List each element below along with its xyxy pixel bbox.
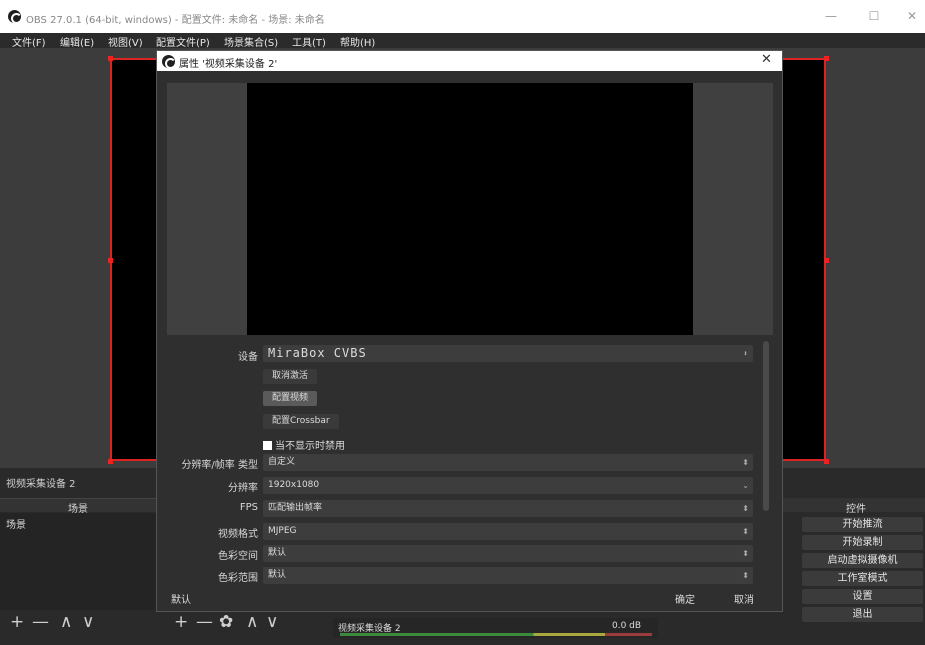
scrollbar-thumb[interactable] xyxy=(763,341,769,511)
chevron-updown-icon: ⬍ xyxy=(742,549,749,558)
obs-logo-icon xyxy=(162,55,176,69)
resize-handle[interactable] xyxy=(824,459,829,464)
controls-title: 控件 xyxy=(846,504,866,515)
field-label: 色彩范围 xyxy=(218,573,258,584)
window-title: OBS 27.0.1 (64-bit, windows) - 配置文件: 未命名… xyxy=(26,15,325,26)
obs-logo-icon xyxy=(8,10,22,24)
dialog-video-frame xyxy=(247,83,693,335)
dialog-title: 属性 '视频采集设备 2' xyxy=(179,59,278,70)
field-value: 1920x1080 xyxy=(268,480,320,490)
remove-source-icon[interactable]: — xyxy=(196,612,213,632)
video-format-select[interactable]: MJPEG ⬍ xyxy=(263,523,753,540)
resolution-select[interactable]: 1920x1080 ⌄ xyxy=(263,477,753,494)
field-value: 默认 xyxy=(268,548,287,558)
menu-bar: 文件(F) 编辑(E) 视图(V) 配置文件(P) 场景集合(S) 工具(T) … xyxy=(0,33,925,49)
field-label: 分辨率 xyxy=(228,483,258,494)
configure-crossbar-button[interactable]: 配置Crossbar xyxy=(263,414,339,429)
menu-profile[interactable]: 配置文件(P) xyxy=(156,34,210,49)
chevron-updown-icon: ⬍ xyxy=(742,527,749,536)
field-value: 匹配输出帧率 xyxy=(268,503,323,513)
chevron-updown-icon: ⬍ xyxy=(742,504,749,513)
field-value: 默认 xyxy=(268,570,287,580)
field-label: 色彩空间 xyxy=(218,551,258,562)
dialog-close-icon[interactable]: ✕ xyxy=(761,52,772,67)
menu-view[interactable]: 视图(V) xyxy=(108,34,143,49)
device-value: MiraBox CVBS xyxy=(268,346,367,360)
field-value: MJPEG xyxy=(268,526,297,536)
disable-when-hidden-checkbox[interactable] xyxy=(263,441,272,450)
field-value: 自定义 xyxy=(268,457,296,467)
device-label: 设备 xyxy=(238,352,258,363)
disable-when-hidden-label: 当不显示时禁用 xyxy=(275,441,345,452)
source-down-icon[interactable]: ∨ xyxy=(266,612,278,632)
resolution-fps-type-select[interactable]: 自定义 ⬍ xyxy=(263,454,753,471)
menu-tools[interactable]: 工具(T) xyxy=(292,34,326,49)
minimize-button[interactable]: — xyxy=(820,6,842,26)
volume-meter xyxy=(340,633,652,636)
resize-handle[interactable] xyxy=(108,258,113,263)
hide-disable-option[interactable]: 当不显示时禁用 xyxy=(263,437,345,452)
field-label: 分辨率/帧率 类型 xyxy=(181,460,258,471)
settings-button[interactable]: 设置 xyxy=(802,589,923,604)
add-scene-icon[interactable]: + xyxy=(10,612,24,632)
title-bar: OBS 27.0.1 (64-bit, windows) - 配置文件: 未命名… xyxy=(0,0,925,33)
menu-edit[interactable]: 编辑(E) xyxy=(60,34,94,49)
menu-scene-collection[interactable]: 场景集合(S) xyxy=(224,34,278,49)
color-space-select[interactable]: 默认 ⬍ xyxy=(263,545,753,562)
configure-video-button[interactable]: 配置视频 xyxy=(263,391,318,406)
menu-help[interactable]: 帮助(H) xyxy=(340,34,375,49)
studio-mode-button[interactable]: 工作室模式 xyxy=(802,571,923,586)
start-recording-button[interactable]: 开始录制 xyxy=(802,535,923,550)
fps-select[interactable]: 匹配输出帧率 ⬍ xyxy=(263,500,753,517)
scene-item[interactable]: 场景 xyxy=(6,516,26,531)
chevron-updown-icon: ⬍ xyxy=(742,458,749,467)
maximize-button[interactable]: ☐ xyxy=(863,6,885,26)
resize-handle[interactable] xyxy=(824,56,829,61)
resize-handle[interactable] xyxy=(108,56,113,61)
chevron-updown-icon: ⬍ xyxy=(743,349,749,358)
resize-handle[interactable] xyxy=(108,459,113,464)
mixer-db-value: 0.0 dB xyxy=(612,621,642,631)
selected-source-label: 视频采集设备 2 xyxy=(6,479,76,490)
cancel-button[interactable]: 取消 xyxy=(728,593,760,608)
ok-button[interactable]: 确定 xyxy=(669,593,701,608)
move-up-icon[interactable]: ∧ xyxy=(60,612,72,632)
defaults-button[interactable]: 默认 xyxy=(165,593,197,608)
exit-button[interactable]: 退出 xyxy=(802,607,923,622)
resize-handle[interactable] xyxy=(824,258,829,263)
color-range-select[interactable]: 默认 ⬍ xyxy=(263,567,753,584)
field-label: FPS xyxy=(239,502,258,513)
source-settings-gear-icon[interactable]: ✿ xyxy=(219,612,233,632)
start-streaming-button[interactable]: 开始推流 xyxy=(802,517,923,532)
dock-splitter[interactable] xyxy=(783,498,800,512)
add-source-icon[interactable]: + xyxy=(174,612,188,632)
chevron-updown-icon: ⬍ xyxy=(742,571,749,580)
close-button[interactable]: ✕ xyxy=(901,6,923,26)
properties-dialog: 属性 '视频采集设备 2' ✕ 设备 MiraBox CVBS ⬍ 取消激活 配… xyxy=(156,50,783,612)
dialog-title-bar: 属性 '视频采集设备 2' ✕ xyxy=(157,51,782,71)
menu-file[interactable]: 文件(F) xyxy=(12,34,46,49)
device-select[interactable]: MiraBox CVBS ⬍ xyxy=(263,345,753,362)
source-up-icon[interactable]: ∧ xyxy=(246,612,258,632)
start-virtual-camera-button[interactable]: 启动虚拟摄像机 xyxy=(802,553,923,568)
chevron-down-icon: ⌄ xyxy=(742,481,749,490)
move-down-icon[interactable]: ∨ xyxy=(82,612,94,632)
deactivate-button[interactable]: 取消激活 xyxy=(263,369,318,384)
field-label: 视频格式 xyxy=(218,529,258,540)
remove-scene-icon[interactable]: — xyxy=(32,612,49,632)
